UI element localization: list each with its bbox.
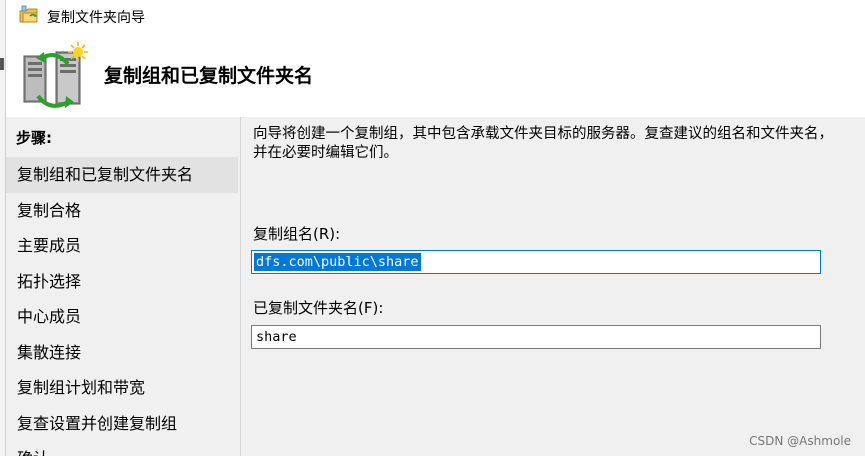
step-item: 复制组和已复制文件夹名 <box>6 157 238 193</box>
title-bar[interactable]: 复制文件夹向导 <box>6 0 865 31</box>
folder-name-input[interactable] <box>251 325 821 349</box>
steps-panel: 步骤: 复制组和已复制文件夹名 复制合格 主要成员 拓扑选择 中心成员 集散连接… <box>6 117 241 456</box>
step-item: 集散连接 <box>17 342 82 362</box>
edge-marker <box>0 58 4 70</box>
page-header: 复制组和已复制文件夹名 <box>6 31 865 117</box>
folder-name-label: 已复制文件夹名(F): <box>253 299 384 317</box>
steps-list: 复制组和已复制文件夹名 复制合格 主要成员 拓扑选择 中心成员 集散连接 复制组… <box>6 157 238 456</box>
step-item: 中心成员 <box>17 307 82 326</box>
step-item: 复查设置并创建复制组 <box>17 413 178 433</box>
step-item: 复制合格 <box>17 200 82 220</box>
folder-copy-icon <box>19 5 38 23</box>
group-name-input[interactable] <box>251 250 821 274</box>
step-item: 复制组计划和带宽 <box>17 378 146 397</box>
watermark: CSDN @Ashmole <box>749 434 851 448</box>
step-item: 确认 <box>6 441 238 456</box>
description-text: 向导将创建一个复制组，其中包含承载文件夹目标的服务器。复查建议的组名和文件夹名，… <box>253 126 833 161</box>
step-item: 主要成员 <box>17 236 82 255</box>
wizard-window: 复制文件夹向导 复制组和已复制文件夹名 步骤: 复制组和已复制文件夹名 复制合格… <box>0 0 865 456</box>
page-title: 复制组和已复制文件夹名 <box>104 65 314 87</box>
step-item: 拓扑选择 <box>17 271 82 291</box>
group-name-label: 复制组名(R): <box>253 225 341 243</box>
steps-heading: 步骤: <box>16 129 52 147</box>
content-pane: 向导将创建一个复制组，其中包含承载文件夹目标的服务器。复查建议的组名和文件夹名，… <box>241 117 865 456</box>
replication-servers-icon <box>23 42 88 108</box>
window-title: 复制文件夹向导 <box>47 10 145 26</box>
